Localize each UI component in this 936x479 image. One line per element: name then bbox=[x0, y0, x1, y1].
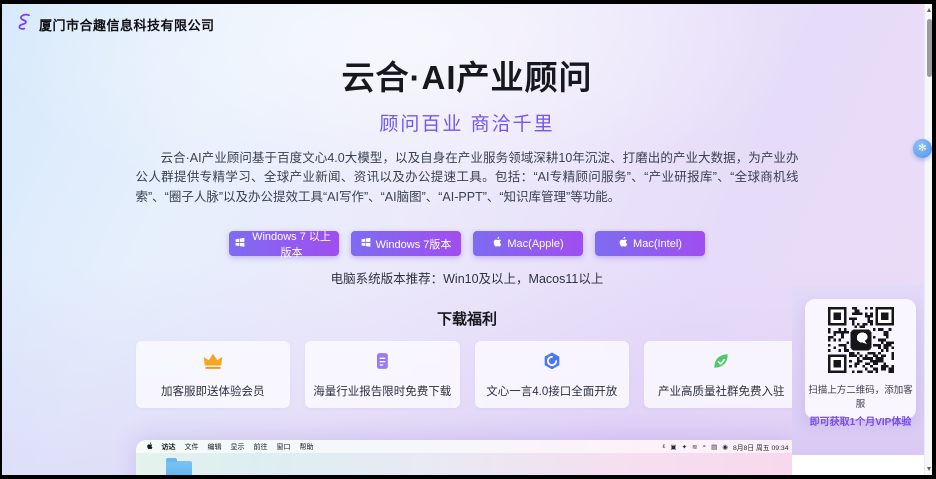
page-subtitle: 顾问百业 商洽千里 bbox=[379, 114, 555, 135]
ernie-icon bbox=[542, 351, 562, 376]
scroll-down-icon[interactable] bbox=[926, 467, 931, 471]
windows-icon bbox=[235, 237, 245, 250]
benefits-heading: 下载福利 bbox=[436, 311, 497, 329]
qr-instruction: 扫描上方二维码，添加客服 bbox=[808, 385, 913, 410]
product-description: 云合·AI产业顾问基于百度文心4.0大模型，以及自身在产业服务领域深耕10年沉淀… bbox=[135, 151, 799, 204]
macos-menubar: 访达 文件 编辑 显示 前往 窗口 帮助 ε ▣ ✦ ≋ ⌕ ▤ ◉ 8月8日 … bbox=[135, 440, 799, 454]
crown-icon bbox=[202, 351, 224, 376]
system-requirements-note: 电脑系统版本推荐：Win10及以上，Macos11以上 bbox=[330, 272, 604, 287]
apple-icon bbox=[492, 236, 502, 251]
desktop-preview: 访达 文件 编辑 显示 前往 窗口 帮助 ε ▣ ✦ ≋ ⌕ ▤ ◉ 8月8日 … bbox=[135, 440, 799, 475]
main-content: 云合·AI产业顾问 顾问百业 商洽千里 云合·AI产业顾问基于百度文心4.0大模… bbox=[135, 4, 799, 475]
benefit-card-label: 产业高质量社群免费入驻 bbox=[658, 385, 785, 398]
menubar-datetime: 8月8日 周五 09:34 bbox=[732, 444, 789, 452]
download-mac-intel-button[interactable]: Mac(Intel) bbox=[595, 231, 705, 257]
page-scrollbar[interactable] bbox=[924, 4, 932, 475]
status-search-icon: ⌕ bbox=[702, 442, 707, 450]
download-windows7-plus-button[interactable]: Windows 7 以上版本 bbox=[229, 231, 339, 259]
download-mac-apple-button[interactable]: Mac(Apple) bbox=[473, 231, 583, 257]
status-handoff-icon: ✦ bbox=[681, 443, 688, 451]
menubar-item-view: 显示 bbox=[230, 443, 245, 451]
status-wifi-icon: ≋ bbox=[692, 443, 698, 451]
qr-vip-offer: 即可获取1个月VIP体验 bbox=[809, 417, 912, 428]
menubar-status-area: ε ▣ ✦ ≋ ⌕ ▤ ◉ 8月8日 周五 09:34 bbox=[663, 442, 789, 452]
download-windows7-button[interactable]: Windows 7版本 bbox=[351, 231, 461, 257]
menubar-item-window: 窗口 bbox=[276, 443, 291, 451]
qr-section-footer bbox=[792, 455, 924, 475]
apple-icon bbox=[618, 236, 628, 251]
menubar-item-finder: 访达 bbox=[161, 443, 176, 451]
report-icon bbox=[372, 351, 392, 376]
benefit-card-label: 加客服即送体验会员 bbox=[161, 385, 265, 398]
scroll-up-icon[interactable] bbox=[926, 8, 931, 12]
landing-page: 厦门市合趣信息科技有限公司 云合·AI产业顾问 顾问百业 商洽千里 云合·AI产… bbox=[2, 4, 932, 475]
service-widget-button[interactable]: ✻ bbox=[913, 139, 932, 158]
windows-icon bbox=[361, 237, 371, 250]
status-input-method-icon: ▣ bbox=[670, 443, 677, 451]
header-brand[interactable]: 厦门市合趣信息科技有限公司 bbox=[14, 12, 215, 36]
benefit-card-vip: 加客服即送体验会员 bbox=[135, 341, 290, 409]
screen: 厦门市合趣信息科技有限公司 云合·AI产业顾问 顾问百业 商洽千里 云合·AI产… bbox=[0, 0, 936, 479]
menubar-item-help: 帮助 bbox=[299, 443, 314, 451]
scrollbar-thumb[interactable] bbox=[926, 19, 932, 77]
menubar-item-file: 文件 bbox=[184, 443, 199, 451]
desktop-folder-icon bbox=[165, 458, 192, 475]
menubar-item-go: 前往 bbox=[253, 443, 268, 451]
status-siri-icon: ◉ bbox=[722, 443, 728, 451]
page-title: 云合·AI产业顾问 bbox=[341, 59, 593, 96]
benefit-card-ernie: 文心一言4.0接口全面开放 bbox=[474, 341, 629, 409]
hequ-logo-icon bbox=[14, 12, 33, 36]
benefit-card-label: 文心一言4.0接口全面开放 bbox=[486, 385, 618, 398]
download-button-row: Windows 7 以上版本 Windows 7版本 Mac(Apple) Ma… bbox=[136, 231, 799, 259]
menubar-item-edit: 编辑 bbox=[207, 443, 222, 451]
company-name: 厦门市合趣信息科技有限公司 bbox=[39, 17, 215, 33]
status-control-center-icon: ▤ bbox=[711, 443, 718, 451]
qr-panel: 扫描上方二维码，添加客服 即可获取1个月VIP体验 bbox=[805, 299, 916, 428]
status-hequ-icon: ε bbox=[662, 443, 666, 451]
community-icon bbox=[711, 351, 731, 376]
benefit-cards: 加客服即送体验会员 海量行业报告限时免费下载 文心一言4.0接口全面开放 产业高… bbox=[135, 341, 799, 409]
service-widget-icon: ✻ bbox=[918, 143, 927, 154]
qr-code bbox=[827, 307, 894, 373]
apple-menu-icon bbox=[146, 442, 153, 452]
benefit-card-community: 产业高质量社群免费入驻 bbox=[644, 341, 799, 409]
benefit-card-label: 海量行业报告限时免费下载 bbox=[313, 385, 452, 398]
benefit-card-reports: 海量行业报告限时免费下载 bbox=[305, 341, 460, 409]
